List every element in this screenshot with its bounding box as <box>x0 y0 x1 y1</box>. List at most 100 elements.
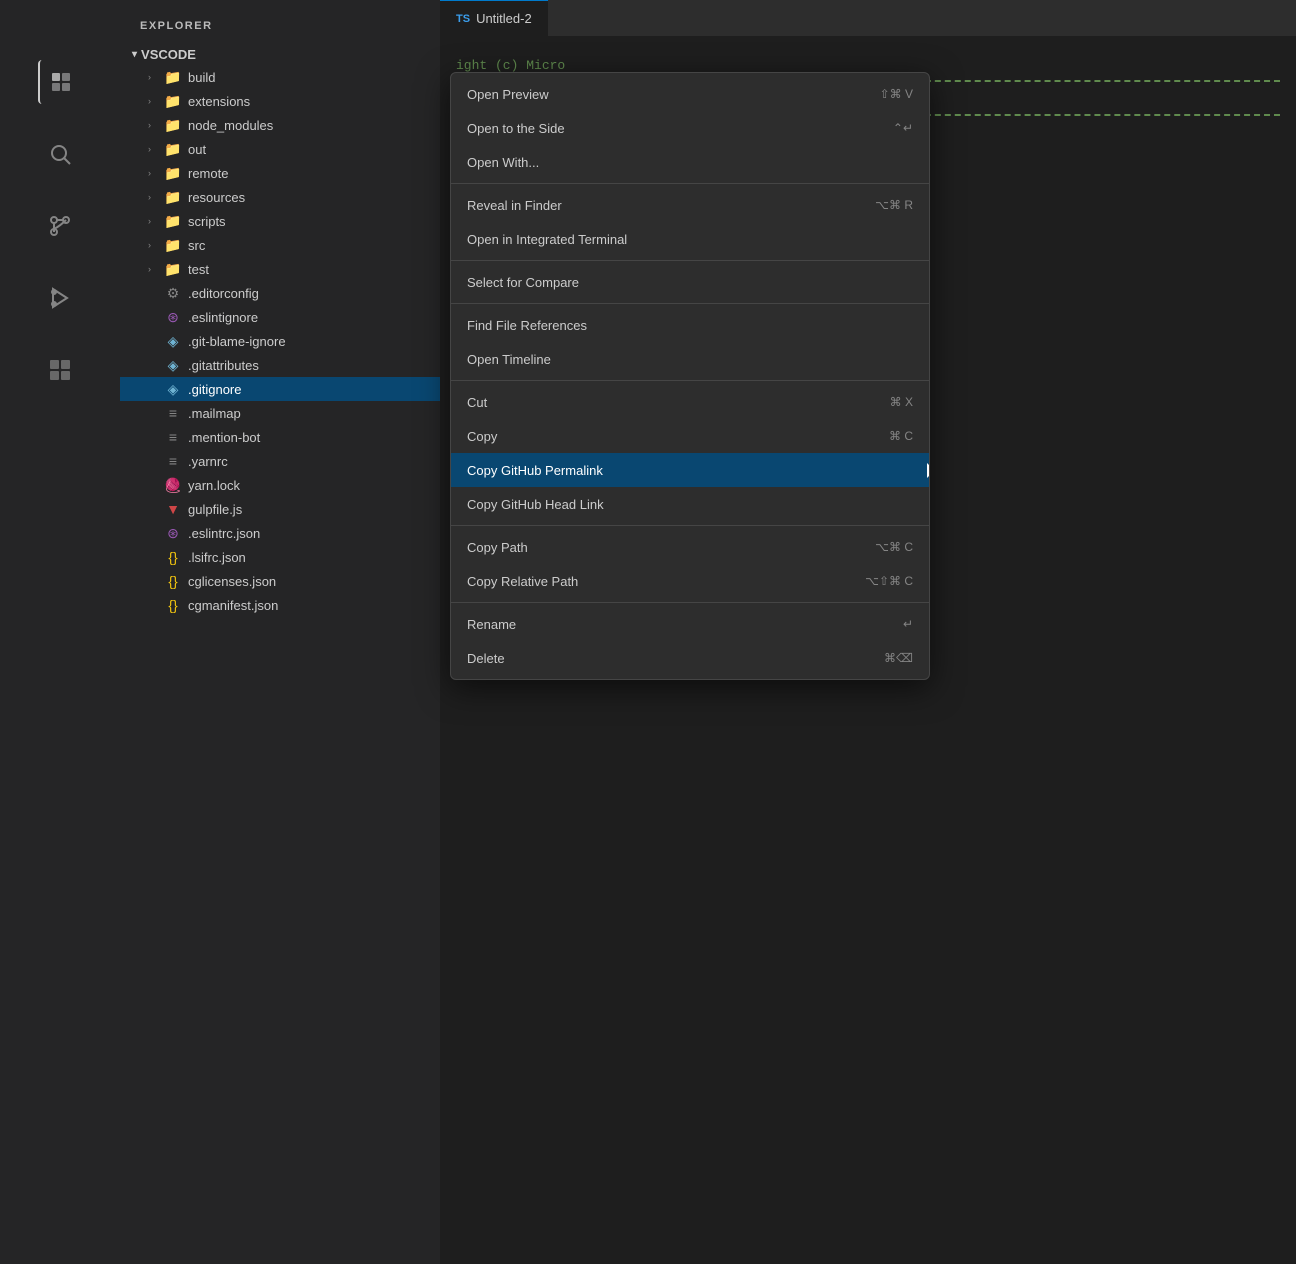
tree-item-node-modules[interactable]: › 📁 node_modules <box>120 113 440 137</box>
item-arrow: › <box>148 72 158 82</box>
tree-item-mentionbot[interactable]: ≡ .mention-bot <box>120 425 440 449</box>
text-icon: ≡ <box>164 405 182 421</box>
tree-item-build[interactable]: › 📁 build <box>120 65 440 89</box>
tree-item-scripts[interactable]: › 📁 scripts <box>120 209 440 233</box>
tree-item-src[interactable]: › 📁 src <box>120 233 440 257</box>
tree-item-extensions[interactable]: › 📁 extensions <box>120 89 440 113</box>
tree-item-yarnlock[interactable]: 🧶 yarn.lock <box>120 473 440 497</box>
tree-item-cgmanifest[interactable]: {} cgmanifest.json <box>120 593 440 617</box>
search-activity-icon[interactable] <box>38 132 82 176</box>
item-label: .eslintrc.json <box>188 526 260 541</box>
code-line: ight (c) Micro <box>456 58 565 73</box>
json-icon: {} <box>164 573 182 589</box>
tree-item-eslintignore[interactable]: ⊛ .eslintignore <box>120 305 440 329</box>
menu-item-cut[interactable]: Cut ⌘ X <box>451 385 929 419</box>
item-arrow: › <box>148 240 158 250</box>
menu-item-label: Cut <box>467 395 858 410</box>
folder-icon: 📁 <box>164 237 182 254</box>
tree-item-gitattributes[interactable]: ◈ .gitattributes <box>120 353 440 377</box>
debug-activity-icon[interactable] <box>38 276 82 320</box>
tree-item-gulpfile[interactable]: ▼ gulpfile.js <box>120 497 440 521</box>
tree-item-eslintrc[interactable]: ⊛ .eslintrc.json <box>120 521 440 545</box>
section-arrow: ▾ <box>132 49 137 60</box>
tree-item-lsifrc[interactable]: {} .lsifrc.json <box>120 545 440 569</box>
menu-item-shortcut: ⌥⇧⌘ C <box>865 574 913 588</box>
editor-tab-bar: TS Untitled-2 <box>440 0 1296 36</box>
menu-item-label: Reveal in Finder <box>467 198 843 213</box>
menu-item-label: Open Preview <box>467 87 848 102</box>
tree-item-editorconfig[interactable]: ⚙ .editorconfig <box>120 281 440 305</box>
menu-item-label: Copy GitHub Permalink <box>467 463 881 478</box>
item-label: .eslintignore <box>188 310 258 325</box>
menu-item-delete[interactable]: Delete ⌘⌫ <box>451 641 929 675</box>
file-tree: ▾ VSCODE › 📁 build › 📁 extensions › 📁 no… <box>120 40 440 621</box>
extensions-activity-icon[interactable] <box>38 348 82 392</box>
item-label: .yarnrc <box>188 454 228 469</box>
menu-item-copy[interactable]: Copy ⌘ C <box>451 419 929 453</box>
menu-item-label: Open to the Side <box>467 121 861 136</box>
git-activity-icon[interactable] <box>38 204 82 248</box>
menu-item-find-references[interactable]: Find File References <box>451 308 929 342</box>
menu-item-copy-github-head-link[interactable]: Copy GitHub Head Link <box>451 487 929 521</box>
gitignore-icon: ◈ <box>164 381 182 398</box>
item-label: out <box>188 142 206 157</box>
item-label: .lsifrc.json <box>188 550 246 565</box>
gitattrs-icon: ◈ <box>164 357 182 374</box>
tree-item-gitblame[interactable]: ◈ .git-blame-ignore <box>120 329 440 353</box>
tab-title: Untitled-2 <box>476 11 532 26</box>
item-label: extensions <box>188 94 250 109</box>
menu-item-select-compare[interactable]: Select for Compare <box>451 265 929 299</box>
cursor-icon <box>925 462 930 480</box>
folder-icon: 📁 <box>164 141 182 158</box>
tree-item-yarnrc[interactable]: ≡ .yarnrc <box>120 449 440 473</box>
item-label: test <box>188 262 209 277</box>
menu-item-label: Delete <box>467 651 852 666</box>
tree-item-remote[interactable]: › 📁 remote <box>120 161 440 185</box>
menu-item-shortcut: ⌘⌫ <box>884 651 913 665</box>
menu-item-shortcut: ⌘ X <box>890 395 913 409</box>
menu-item-copy-relative-path[interactable]: Copy Relative Path ⌥⇧⌘ C <box>451 564 929 598</box>
item-label: .git-blame-ignore <box>188 334 286 349</box>
tree-item-gitignore[interactable]: ◈ .gitignore <box>120 377 440 401</box>
tree-section-vscode[interactable]: ▾ VSCODE <box>120 44 440 65</box>
text-icon: ≡ <box>164 429 182 445</box>
menu-item-copy-github-permalink[interactable]: Copy GitHub Permalink <box>451 453 929 487</box>
menu-item-open-terminal[interactable]: Open in Integrated Terminal <box>451 222 929 256</box>
menu-item-label: Find File References <box>467 318 881 333</box>
tree-item-out[interactable]: › 📁 out <box>120 137 440 161</box>
menu-item-shortcut: ↵ <box>903 617 913 631</box>
menu-item-reveal-finder[interactable]: Reveal in Finder ⌥⌘ R <box>451 188 929 222</box>
item-label: .mention-bot <box>188 430 260 445</box>
gitblame-icon: ◈ <box>164 333 182 350</box>
menu-item-open-timeline[interactable]: Open Timeline <box>451 342 929 376</box>
folder-icon: 📁 <box>164 117 182 134</box>
menu-item-open-preview[interactable]: Open Preview ⇧⌘ V <box>451 77 929 111</box>
menu-separator <box>451 602 929 603</box>
menu-item-open-with[interactable]: Open With... <box>451 145 929 179</box>
item-arrow: › <box>148 144 158 154</box>
tree-item-resources[interactable]: › 📁 resources <box>120 185 440 209</box>
ts-badge: TS <box>456 13 470 25</box>
menu-item-rename[interactable]: Rename ↵ <box>451 607 929 641</box>
activity-bar <box>0 0 120 1264</box>
folder-icon: 📁 <box>164 93 182 110</box>
item-label: .gitignore <box>188 382 241 397</box>
editor-tab[interactable]: TS Untitled-2 <box>440 0 548 36</box>
sidebar-header: Explorer <box>120 0 440 40</box>
item-label: build <box>188 70 215 85</box>
menu-item-shortcut: ⌘ C <box>889 429 913 443</box>
menu-item-label: Open With... <box>467 155 881 170</box>
explorer-activity-icon[interactable] <box>38 60 82 104</box>
menu-item-open-to-side[interactable]: Open to the Side ⌃↵ <box>451 111 929 145</box>
tree-item-mailmap[interactable]: ≡ .mailmap <box>120 401 440 425</box>
item-label: src <box>188 238 205 253</box>
tree-item-cglicenses[interactable]: {} cglicenses.json <box>120 569 440 593</box>
sidebar: Explorer ▾ VSCODE › 📁 build › 📁 extensio… <box>120 0 440 1264</box>
eslint-icon: ⊛ <box>164 309 182 326</box>
menu-separator <box>451 380 929 381</box>
menu-item-label: Copy Path <box>467 540 843 555</box>
menu-separator <box>451 525 929 526</box>
menu-item-copy-path[interactable]: Copy Path ⌥⌘ C <box>451 530 929 564</box>
tree-item-test[interactable]: › 📁 test <box>120 257 440 281</box>
menu-item-label: Copy Relative Path <box>467 574 833 589</box>
